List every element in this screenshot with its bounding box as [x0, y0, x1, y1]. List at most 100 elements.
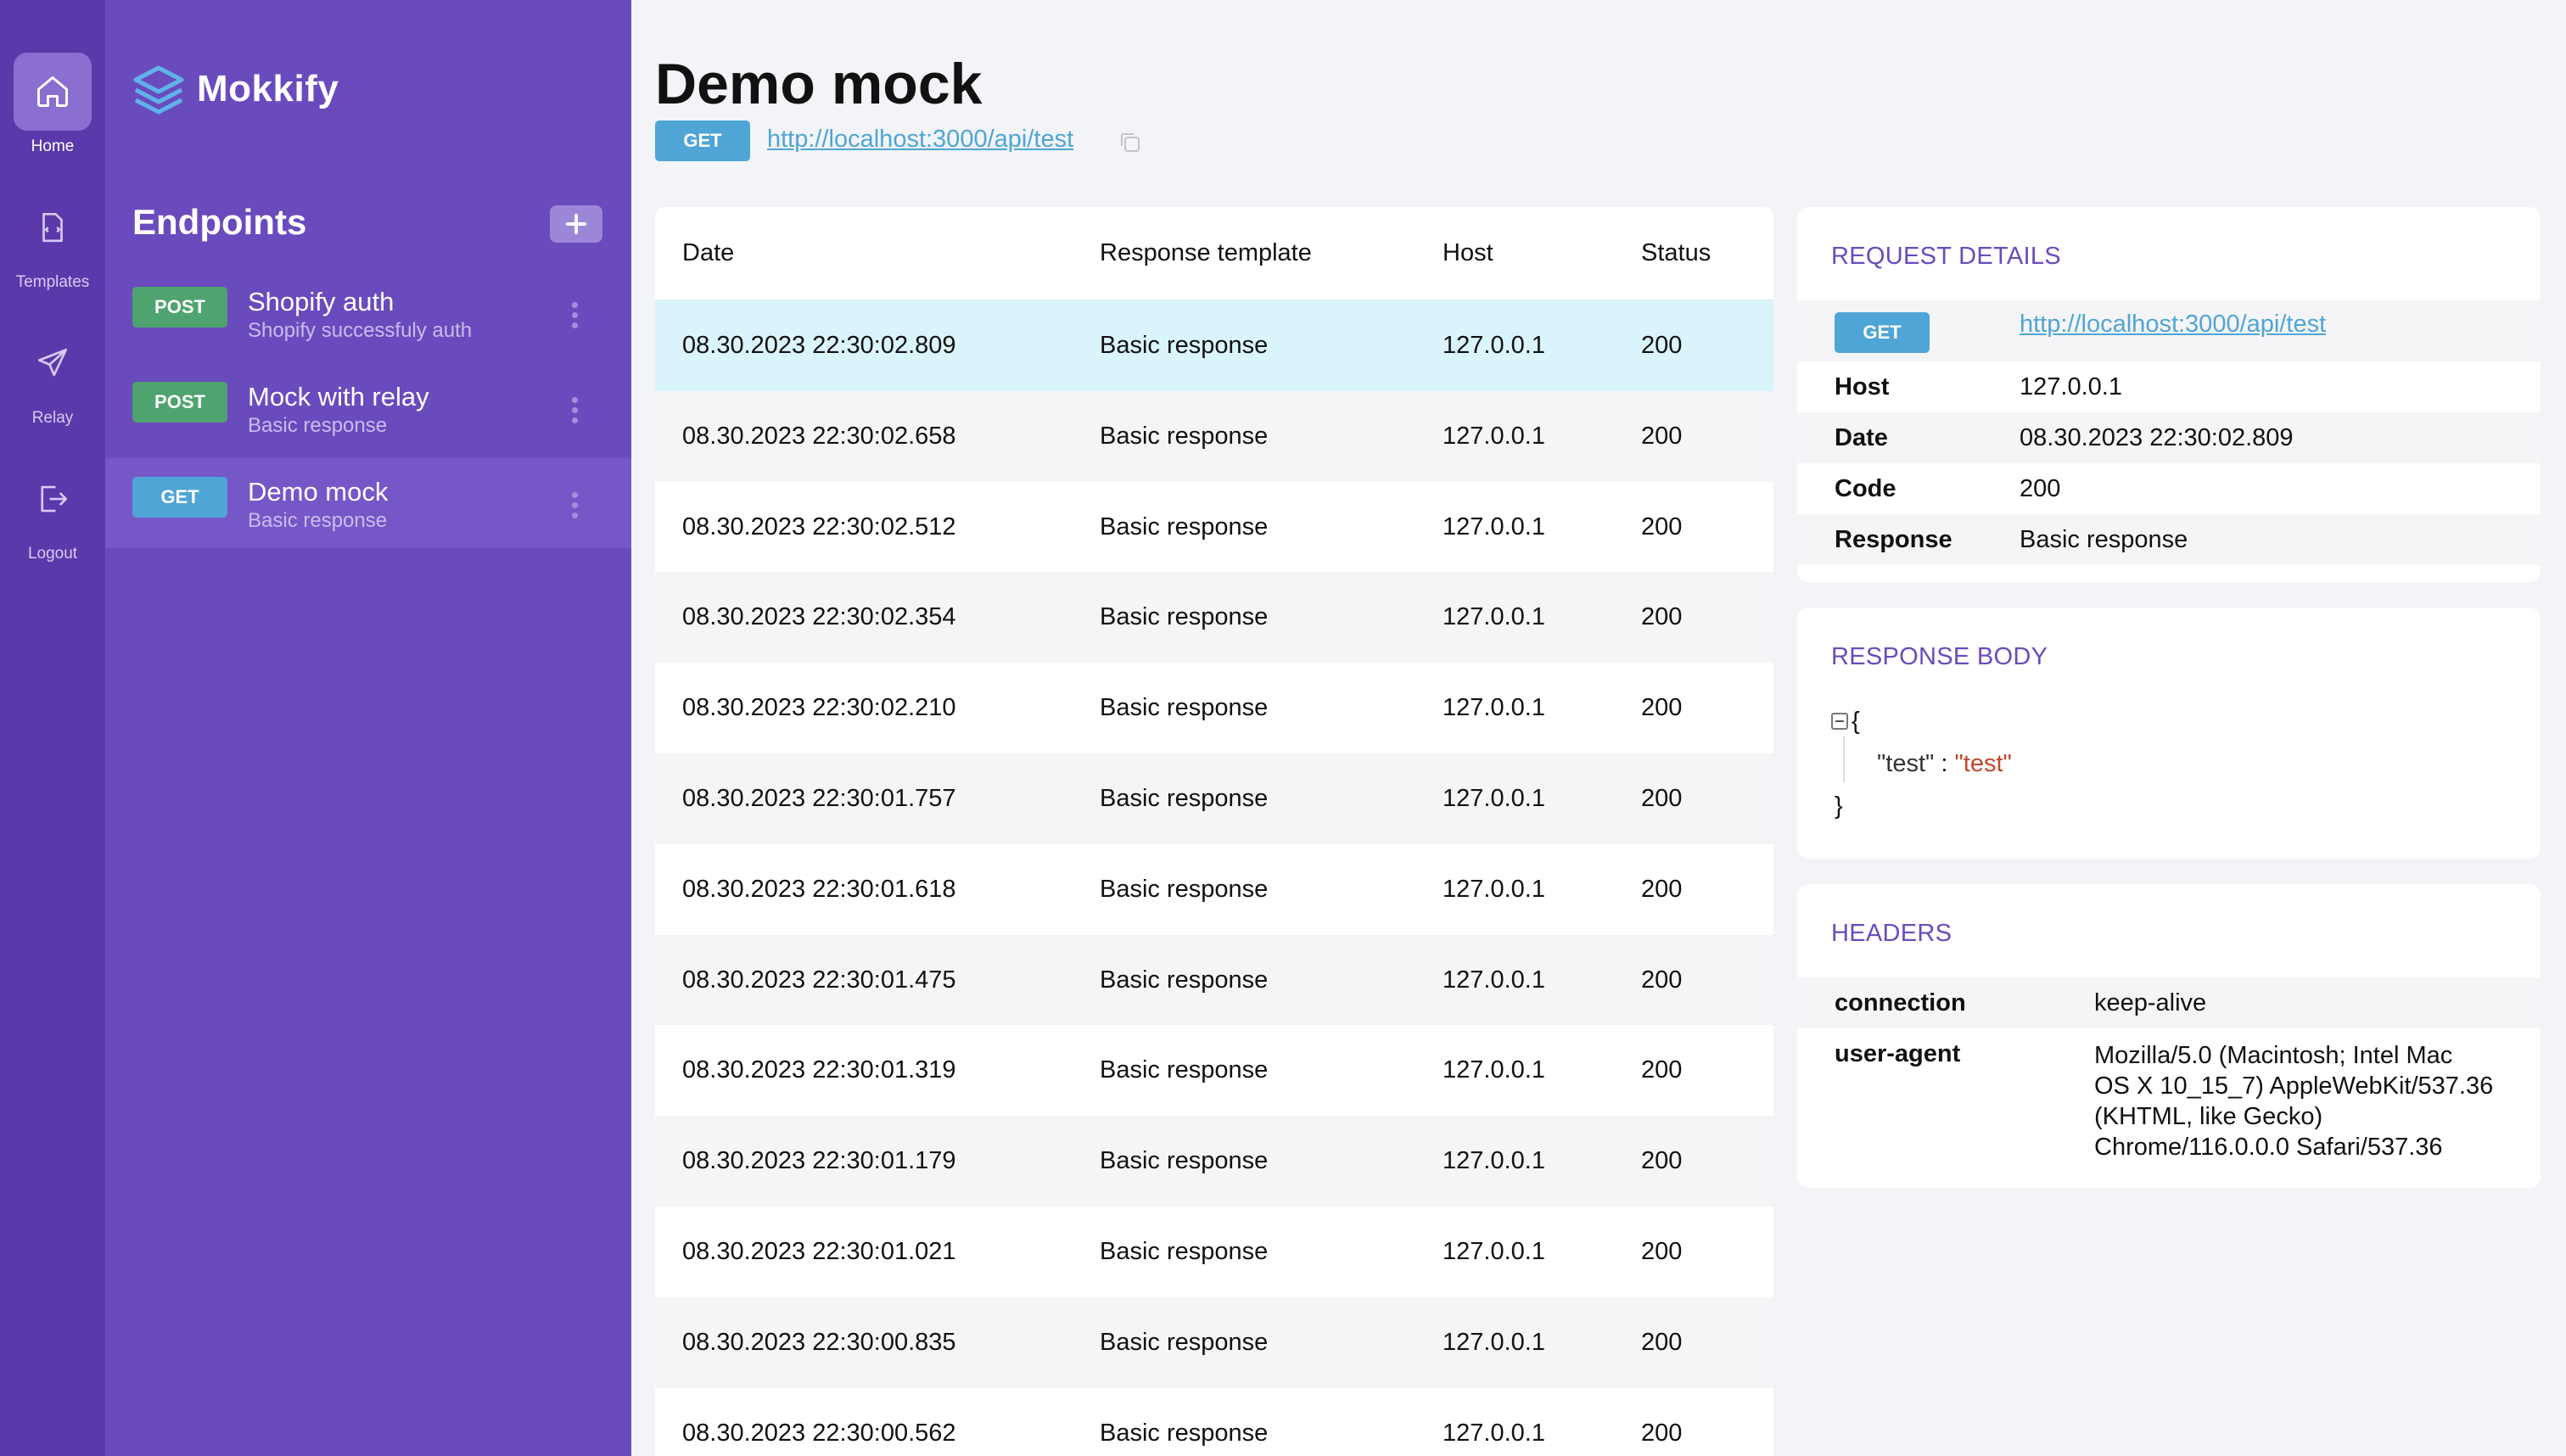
rail-label-logout: Logout — [27, 545, 78, 563]
cell-template: Basic response — [1100, 1056, 1269, 1084]
cell-status: 200 — [1641, 1419, 1683, 1447]
cell-template: Basic response — [1100, 875, 1269, 903]
detail-key-host: Host — [1835, 373, 1890, 400]
endpoint-item-demo-mock[interactable]: GET Demo mock Basic response — [105, 458, 631, 548]
header-key: user-agent — [1835, 1040, 1961, 1067]
cell-date: 08.30.2023 22:30:02.210 — [682, 694, 956, 722]
header-value-line: (KHTML, like Gecko) — [2094, 1103, 2323, 1130]
method-badge: GET — [655, 120, 750, 161]
header-value-line: OS X 10_15_7) AppleWebKit/537.36 — [2094, 1072, 2494, 1100]
detail-row-host: Host 127.0.0.1 — [1797, 361, 2541, 412]
table-row[interactable]: 08.30.2023 22:30:01.475 Basic response 1… — [655, 934, 1773, 1026]
rail-item-logout[interactable]: Logout — [0, 460, 105, 563]
logo-text: Mokkify — [197, 68, 339, 109]
kebab-menu-icon[interactable] — [570, 302, 579, 328]
endpoint-name: Demo mock — [248, 477, 389, 507]
endpoint-name: Mock with relay — [248, 382, 429, 412]
cell-status: 200 — [1641, 694, 1683, 722]
cell-date: 08.30.2023 22:30:00.562 — [682, 1419, 956, 1447]
rail-item-templates[interactable]: Templates — [0, 188, 105, 292]
add-endpoint-button[interactable] — [550, 205, 602, 243]
table-row[interactable]: 08.30.2023 22:30:01.319 Basic response 1… — [655, 1025, 1773, 1116]
endpoint-subtitle: Basic response — [248, 509, 388, 532]
endpoints-sidebar: Mokkify Endpoints POST Shopify auth Shop… — [105, 0, 631, 1456]
endpoint-item-mock-with-relay[interactable]: POST Mock with relay Basic response — [105, 363, 631, 453]
table-row[interactable]: 08.30.2023 22:30:02.210 Basic response 1… — [655, 663, 1773, 753]
cell-date: 08.30.2023 22:30:02.658 — [682, 422, 956, 450]
json-close-brace: } — [1835, 792, 1843, 820]
table-row[interactable]: 08.30.2023 22:30:00.835 Basic response 1… — [655, 1296, 1773, 1388]
page-title: Demo mock — [655, 52, 983, 116]
cell-status: 200 — [1641, 966, 1683, 994]
request-details-card: REQUEST DETAILS GET http://localhost:300… — [1797, 207, 2541, 582]
header-value-line: Chrome/116.0.0.0 Safari/537.36 — [2094, 1134, 2443, 1161]
table-row[interactable]: 08.30.2023 22:30:02.809 Basic response 1… — [655, 300, 1773, 391]
headers-title: HEADERS — [1831, 920, 1953, 947]
cell-host: 127.0.0.1 — [1443, 1056, 1545, 1084]
rail-item-home[interactable]: Home — [0, 53, 105, 156]
cell-status: 200 — [1641, 875, 1683, 903]
cell-date: 08.30.2023 22:30:01.319 — [682, 1056, 956, 1084]
cell-date: 08.30.2023 22:30:01.021 — [682, 1237, 956, 1265]
cell-host: 127.0.0.1 — [1443, 966, 1545, 994]
cell-status: 200 — [1641, 512, 1683, 540]
cell-status: 200 — [1641, 1328, 1683, 1356]
kebab-menu-icon[interactable] — [570, 397, 579, 423]
table-row[interactable]: 08.30.2023 22:30:00.562 Basic response 1… — [655, 1388, 1773, 1456]
plus-icon — [566, 214, 586, 234]
cell-host: 127.0.0.1 — [1443, 332, 1545, 359]
cell-template: Basic response — [1100, 332, 1269, 359]
detail-key-date: Date — [1835, 424, 1888, 451]
headers-card: HEADERS connection keep-alive user-agent… — [1797, 884, 2541, 1188]
detail-row-date: Date 08.30.2023 22:30:02.809 — [1797, 412, 2541, 463]
table-row[interactable]: 08.30.2023 22:30:02.658 Basic response 1… — [655, 390, 1773, 482]
icon-rail: Home Templates Relay Logout — [0, 0, 105, 1456]
header-value: Mozilla/5.0 (Macintosh; Intel Mac OS X 1… — [2094, 1040, 2493, 1162]
cell-status: 200 — [1641, 332, 1683, 359]
method-badge: POST — [132, 287, 227, 328]
copy-icon[interactable] — [1118, 131, 1142, 159]
detail-row-code: Code 200 — [1797, 463, 2541, 514]
cell-date: 08.30.2023 22:30:01.618 — [682, 875, 956, 903]
cell-date: 08.30.2023 22:30:01.179 — [682, 1147, 956, 1175]
endpoint-url-link[interactable]: http://localhost:3000/api/test — [767, 126, 1073, 154]
cell-host: 127.0.0.1 — [1443, 1237, 1545, 1265]
endpoint-item-shopify-auth[interactable]: POST Shopify auth Shopify successfuly au… — [105, 268, 631, 358]
cell-status: 200 — [1641, 422, 1683, 450]
cell-host: 127.0.0.1 — [1443, 1147, 1545, 1175]
cell-host: 127.0.0.1 — [1443, 875, 1545, 903]
cell-date: 08.30.2023 22:30:02.512 — [682, 512, 956, 540]
cell-date: 08.30.2023 22:30:01.757 — [682, 784, 956, 812]
kebab-menu-icon[interactable] — [570, 492, 579, 518]
table-row[interactable]: 08.30.2023 22:30:01.757 Basic response 1… — [655, 753, 1773, 844]
cell-host: 127.0.0.1 — [1443, 512, 1545, 540]
request-url-link[interactable]: http://localhost:3000/api/test — [2020, 311, 2326, 339]
method-badge: GET — [132, 477, 227, 518]
collapse-toggle-icon[interactable] — [1831, 713, 1848, 730]
cell-date: 08.30.2023 22:30:00.835 — [682, 1328, 956, 1356]
table-row[interactable]: 08.30.2023 22:30:01.021 Basic response 1… — [655, 1207, 1773, 1297]
table-row[interactable]: 08.30.2023 22:30:02.354 Basic response 1… — [655, 572, 1773, 664]
response-body-title: RESPONSE BODY — [1831, 643, 2048, 670]
cell-host: 127.0.0.1 — [1443, 603, 1545, 631]
endpoints-title: Endpoints — [132, 202, 307, 242]
cell-template: Basic response — [1100, 784, 1269, 812]
table-row[interactable]: 08.30.2023 22:30:01.179 Basic response 1… — [655, 1116, 1773, 1207]
cell-template: Basic response — [1100, 1419, 1269, 1447]
table-row[interactable]: 08.30.2023 22:30:02.512 Basic response 1… — [655, 482, 1773, 573]
column-header-host[interactable]: Host — [1443, 239, 1493, 267]
logout-icon — [14, 460, 92, 538]
column-header-date[interactable]: Date — [682, 239, 734, 267]
detail-key-code: Code — [1835, 475, 1896, 502]
rail-item-relay[interactable]: Relay — [0, 324, 105, 428]
json-open-brace: { — [1852, 708, 1860, 735]
table-row[interactable]: 08.30.2023 22:30:01.618 Basic response 1… — [655, 844, 1773, 935]
cell-date: 08.30.2023 22:30:01.475 — [682, 966, 956, 994]
requests-table: Date Response template Host Status 08.30… — [655, 207, 1773, 1456]
column-header-response-template[interactable]: Response template — [1100, 239, 1312, 267]
cell-status: 200 — [1641, 603, 1683, 631]
json-entry: "test" : "test" — [1877, 750, 2012, 778]
cell-status: 200 — [1641, 1237, 1683, 1265]
json-value: "test" — [1954, 750, 2012, 777]
column-header-status[interactable]: Status — [1641, 239, 1711, 267]
